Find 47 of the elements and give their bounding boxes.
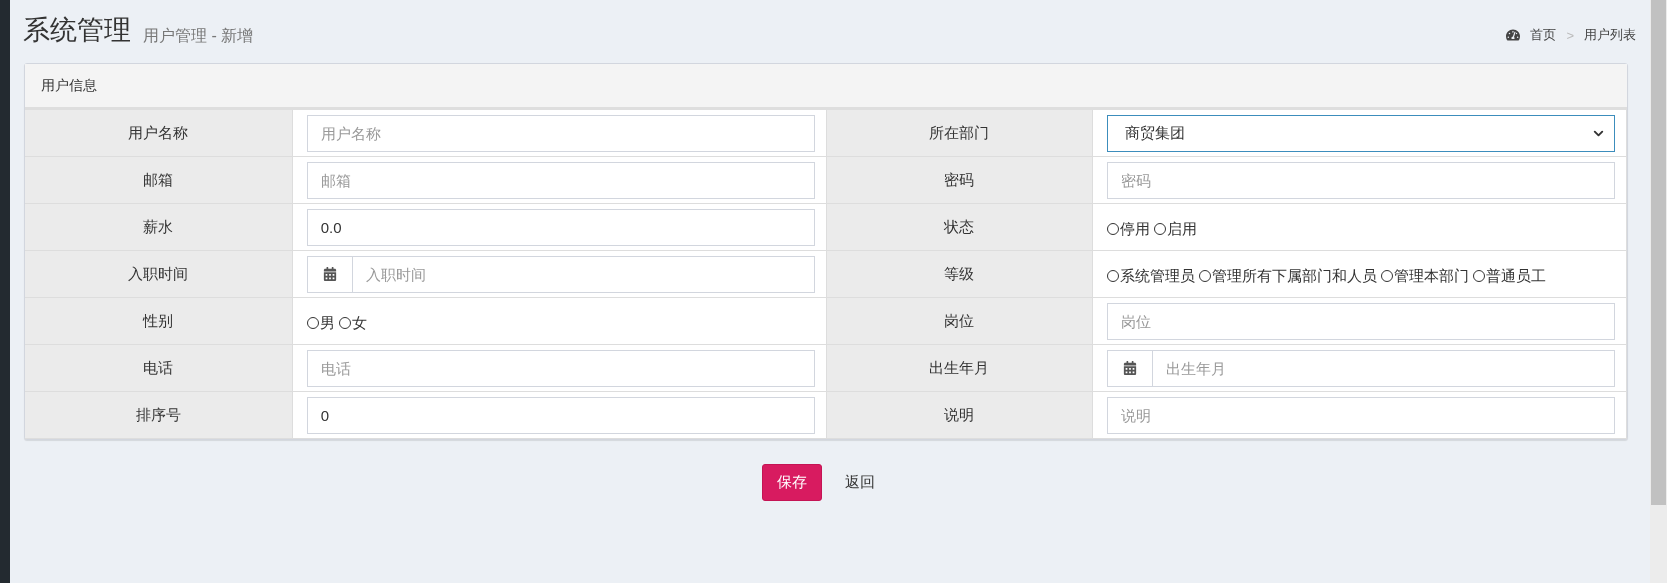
field-label: 密码	[827, 157, 1093, 204]
field-label: 性别	[25, 298, 293, 345]
radio-label: 管理本部门	[1393, 266, 1469, 286]
back-button[interactable]: 返回	[830, 464, 890, 501]
field-label: 入职时间	[25, 251, 293, 298]
field-label: 等级	[827, 251, 1093, 298]
text-field[interactable]: 0.0	[306, 208, 815, 246]
page-subtitle: 用户管理 - 新增	[143, 28, 254, 44]
text-field[interactable]: 0	[306, 396, 815, 434]
text-field[interactable]: 岗位	[1106, 302, 1615, 340]
breadcrumb-link[interactable]: 用户列表	[1584, 26, 1636, 44]
field-label: 岗位	[827, 298, 1093, 345]
date-addon[interactable]	[1106, 349, 1152, 387]
radio-label: 启用	[1166, 219, 1197, 239]
calendar-icon	[322, 267, 337, 281]
save-button[interactable]: 保存	[762, 464, 822, 501]
field-label: 出生年月	[827, 345, 1093, 392]
field-label: 电话	[25, 345, 293, 392]
panel-title: 用户信息	[25, 64, 1627, 110]
radio-label: 女	[351, 313, 367, 333]
field-label: 说明	[827, 392, 1093, 439]
text-field[interactable]: 密码	[1106, 161, 1615, 199]
date-field[interactable]: 出生年月	[1151, 349, 1615, 387]
field-label: 状态	[827, 204, 1093, 251]
scrollbar-thumb[interactable]	[1651, 0, 1666, 505]
select-field[interactable]: 商贸集团	[1106, 114, 1615, 152]
dashboard-icon	[1506, 28, 1521, 42]
text-field[interactable]: 说明	[1106, 396, 1615, 434]
text-field[interactable]: 邮箱	[306, 161, 815, 199]
date-addon[interactable]	[306, 255, 352, 293]
field-label: 薪水	[25, 204, 293, 251]
radio-label: 停用	[1119, 219, 1150, 239]
field-label: 所在部门	[827, 110, 1093, 157]
radio-label: 男	[319, 313, 335, 333]
radio-label: 普通员工	[1485, 266, 1546, 286]
calendar-icon	[1122, 361, 1137, 375]
radio-label: 系统管理员	[1119, 266, 1195, 286]
field-label: 用户名称	[25, 110, 293, 157]
page-title: 系统管理	[23, 17, 131, 44]
field-label: 排序号	[25, 392, 293, 439]
field-label: 邮箱	[25, 157, 293, 204]
breadcrumb-link[interactable]: 首页	[1530, 26, 1557, 44]
breadcrumb-separator: >	[1566, 27, 1574, 43]
radio-label: 管理所有下属部门和人员	[1211, 266, 1377, 286]
text-field[interactable]: 用户名称	[306, 114, 815, 152]
date-field[interactable]: 入职时间	[351, 255, 815, 293]
text-field[interactable]: 电话	[306, 349, 815, 387]
